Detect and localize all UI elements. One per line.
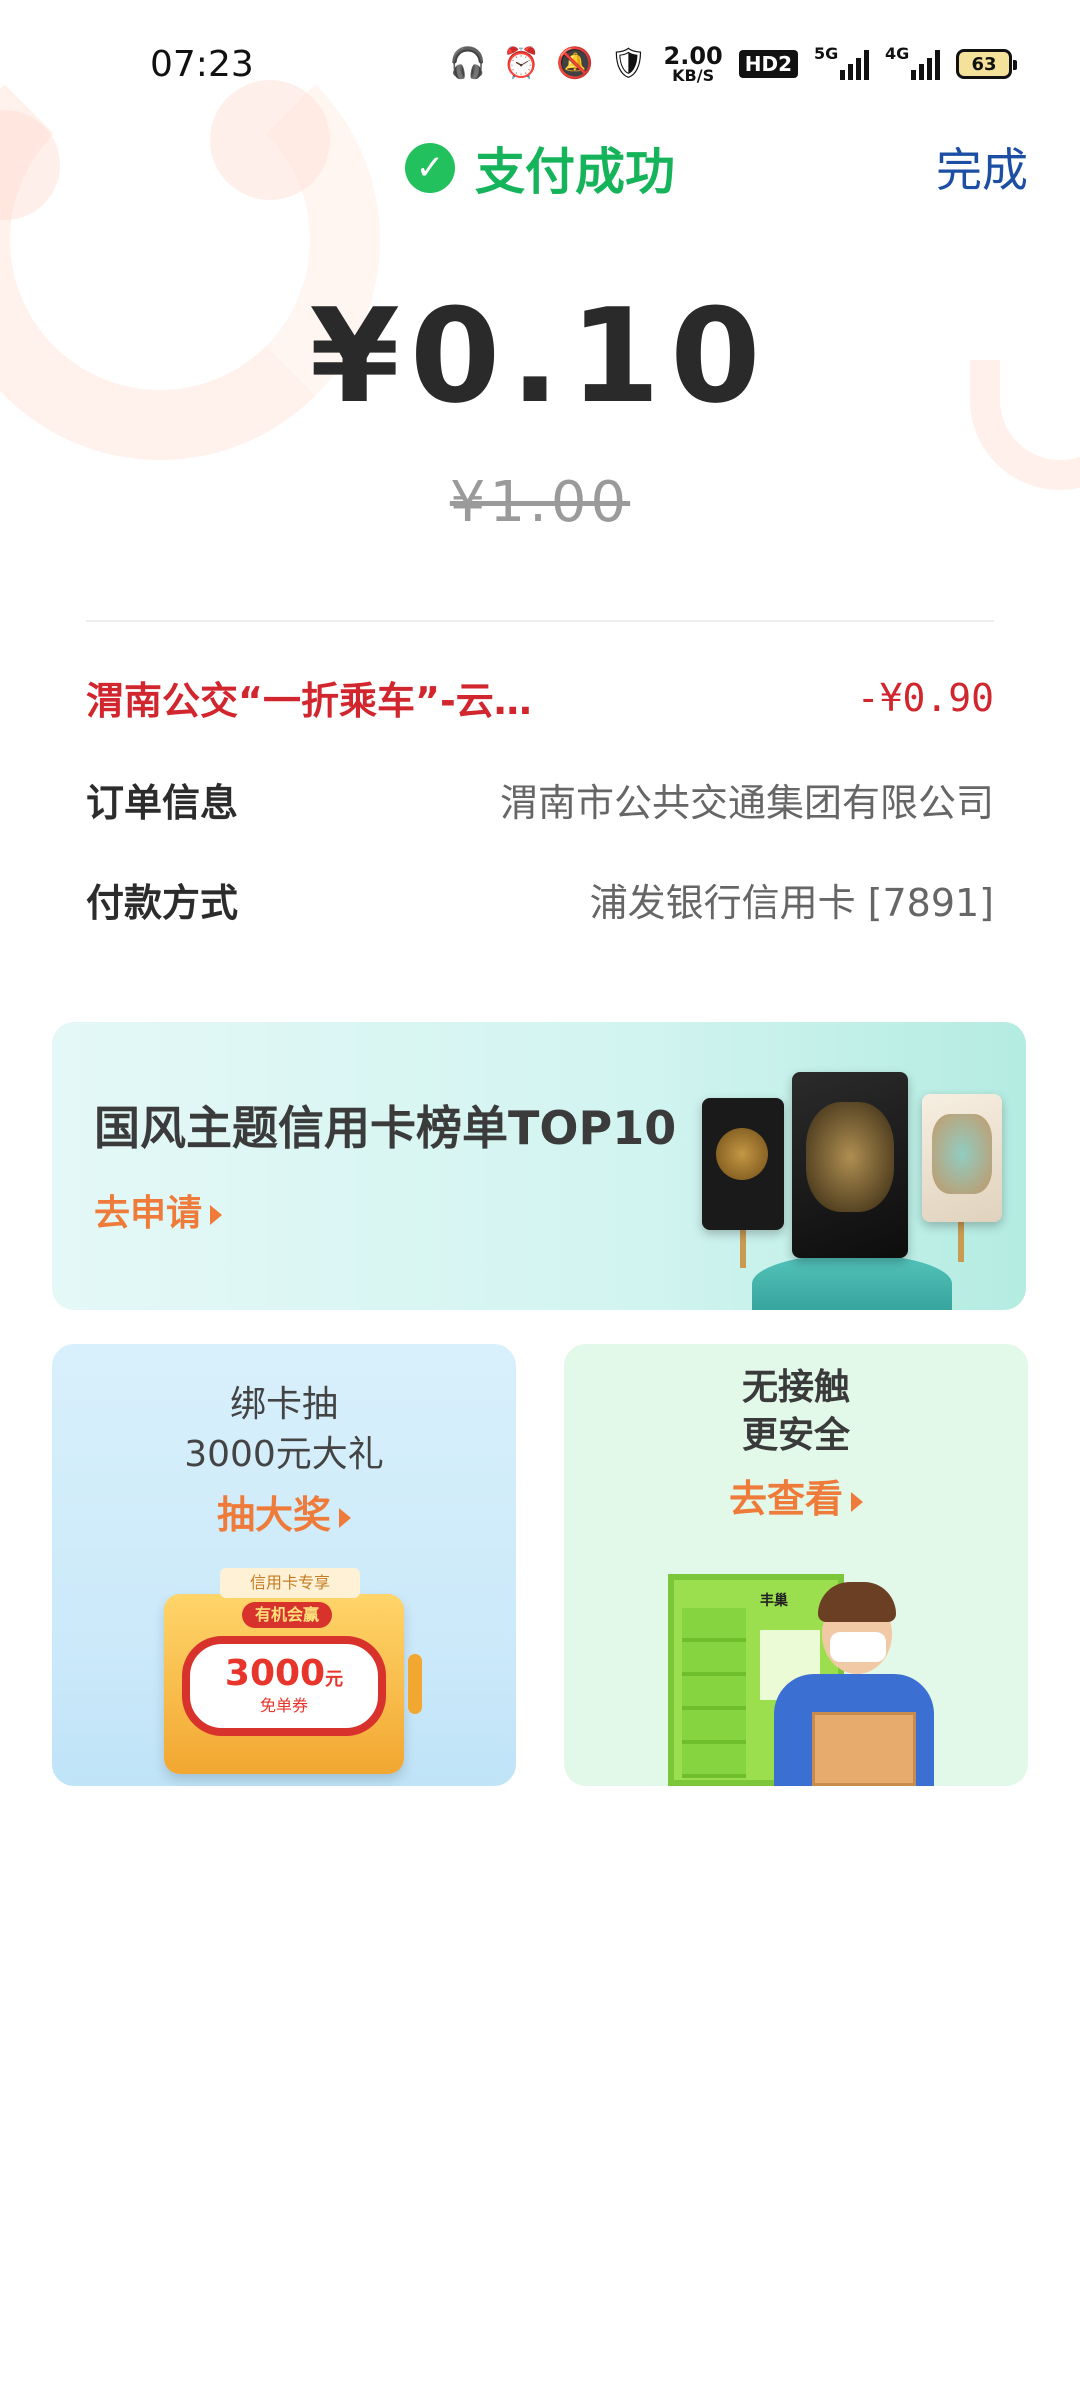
bind-card-lottery-banner[interactable]: 绑卡抽 3000元大礼 抽大奖 信用卡专享 有机会赢 3000元 免单券 [52,1344,516,1786]
apply-link[interactable]: 去申请 [94,1184,223,1236]
triangle-right-icon [339,1507,351,1528]
view-link[interactable]: 去查看 [564,1468,1028,1523]
payment-method-value: 浦发银行信用卡 [7891] [589,881,994,925]
order-info-label: 订单信息 [86,781,239,825]
hd-icon: HD2 [738,50,798,78]
draw-prize-link[interactable]: 抽大奖 [52,1484,516,1539]
credit-card-image [792,1072,908,1258]
discount-label: 渭南公交“一折乘车”-云… [86,679,532,723]
credit-card-ranking-banner[interactable]: 国风主题信用卡榜单TOP10 去申请 [52,1022,1026,1310]
network-speed-value: 2.00 [663,42,723,70]
status-icons: 🎧 ⏰ 🔕 🛡 2.00 KB/S HD2 5G 4G 63 [449,44,1017,84]
courier-hair [818,1582,896,1622]
divider [86,620,994,622]
banner-title: 无接触 更安全 [564,1364,1028,1460]
contactless-delivery-banner[interactable]: 无接触 更安全 去查看 丰巢 [564,1344,1028,1786]
triangle-right-icon [851,1491,863,1512]
page-title: ✓ 支付成功 [0,132,1080,204]
parcel-box [812,1712,916,1786]
triangle-right-icon [210,1205,223,1225]
sim1-label: 5G [814,44,839,63]
credit-card-image [922,1094,1002,1222]
check-circle-icon: ✓ [405,143,455,193]
prize-desc: 免单券 [259,1696,308,1715]
slot-badge: 有机会赢 [242,1602,332,1628]
signal-icon: 5G [814,44,869,80]
order-info-value: 渭南市公共交通集团有限公司 [499,781,994,825]
card-stand [958,1222,964,1262]
status-time: 07:23 [150,44,254,85]
title-text: 支付成功 [475,143,675,201]
mute-icon: 🔕 [556,46,594,81]
view-link-label: 去查看 [728,1477,843,1521]
banner-title-line1: 绑卡抽 [229,1384,338,1425]
payment-method-row: 付款方式 浦发银行信用卡 [7891] [86,872,994,927]
paid-amount: ¥0.10 [309,280,771,432]
apply-link-label: 去申请 [94,1193,203,1234]
card-stand [740,1228,746,1268]
draw-prize-label: 抽大奖 [216,1493,331,1537]
slot-tag: 信用卡专享 [220,1568,360,1598]
sim2-label: 4G [885,44,910,63]
slot-machine-illustration: 信用卡专享 有机会赢 3000元 免单券 [164,1568,422,1774]
alarm-icon: ⏰ [502,46,541,81]
network-speed: 2.00 KB/S [664,44,723,84]
network-speed-unit: KB/S [672,66,715,85]
payment-method-label: 付款方式 [86,881,239,925]
banner-title: 国风主题信用卡榜单TOP10 [94,1101,677,1155]
done-button[interactable]: 完成 [936,134,1028,200]
payment-success-page: 07:23 🎧 ⏰ 🔕 🛡 2.00 KB/S HD2 5G 4G 63 ✓ 支… [0,0,1080,2400]
credit-card-image [702,1098,784,1230]
order-info-row: 订单信息 渭南市公共交通集团有限公司 [86,772,994,827]
slot-window: 3000元 免单券 [182,1636,386,1736]
banner-title-line1: 无接触 [741,1367,850,1408]
banner-title-line2: 3000元大礼 [184,1434,384,1475]
shield-icon: 🛡 [609,46,648,81]
face-mask [830,1632,886,1662]
slot-lever [408,1654,422,1714]
banner-title: 绑卡抽 3000元大礼 [52,1380,516,1480]
discount-value: -¥0.90 [856,675,994,720]
headphones-icon: 🎧 [449,46,487,81]
pedestal-illustration [752,1254,952,1310]
banner-title-line2: 更安全 [741,1415,850,1456]
status-bar: 07:23 🎧 ⏰ 🔕 🛡 2.00 KB/S HD2 5G 4G 63 [0,0,1080,120]
battery-icon: 63 [956,49,1017,79]
locker-brand: 丰巢 [760,1593,788,1609]
signal-icon: 4G [885,44,940,80]
original-amount: ¥1.00 [449,470,631,535]
discount-row[interactable]: 渭南公交“一折乘车”-云… -¥0.90 [86,670,994,725]
prize-amount: 3000元 [224,1653,344,1694]
